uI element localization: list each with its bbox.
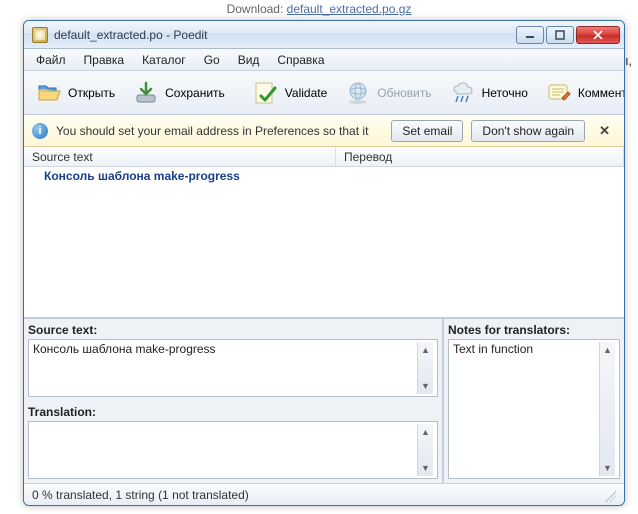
menubar: Файл Правка Каталог Go Вид Справка [24,49,624,71]
validate-label: Validate [285,86,327,100]
source-text-label: Source text: [24,319,442,339]
update-button[interactable]: Обновить [337,76,439,110]
info-icon: i [32,123,48,139]
open-button[interactable]: Открыть [28,76,123,110]
arrow-down-icon[interactable]: ▼ [418,378,433,394]
statusbar: 0 % translated, 1 string (1 not translat… [24,483,624,505]
scrollbar[interactable]: ▲▼ [417,424,433,476]
window-title: default_extracted.po - Poedit [54,28,516,42]
fuzzy-label: Неточно [482,86,528,100]
cell-source: Консоль шаблона make-progress [24,169,336,183]
bottom-panes: Source text: Консоль шаблона make-progre… [24,317,624,483]
source-text-value: Консоль шаблона make-progress [33,342,417,394]
folder-open-icon [36,80,62,106]
translation-label: Translation: [24,401,442,421]
toolbar: Открыть Сохранить Validate Обновить Нет [24,71,624,115]
notes-value: Text in function [453,342,599,476]
save-button[interactable]: Сохранить [125,76,233,110]
cloud-rain-icon [450,80,476,106]
close-button[interactable] [576,26,620,44]
comment-label: Коммент [578,86,625,100]
menu-file[interactable]: Файл [28,51,74,69]
translation-box[interactable]: ▲▼ [28,421,438,479]
menu-help[interactable]: Справка [269,51,332,69]
translation-grid[interactable]: Консоль шаблона make-progress [24,167,624,317]
save-label: Сохранить [165,86,225,100]
window-buttons [516,26,620,44]
app-icon [32,27,48,43]
fuzzy-button[interactable]: Неточно [442,76,536,110]
dont-show-again-button[interactable]: Don't show again [471,120,585,142]
background-download-line: Download: default_extracted.po.gz [0,2,638,16]
status-text: 0 % translated, 1 string (1 not translat… [32,488,249,502]
left-panes: Source text: Консоль шаблона make-progre… [24,319,444,483]
info-close-button[interactable]: ✕ [593,121,616,141]
minimize-icon [525,30,535,40]
set-email-button[interactable]: Set email [391,120,463,142]
arrow-down-icon[interactable]: ▼ [600,460,615,476]
menu-edit[interactable]: Правка [76,51,133,69]
arrow-down-icon[interactable]: ▼ [418,460,433,476]
scrollbar[interactable]: ▲▼ [599,342,615,476]
poedit-window: default_extracted.po - Poedit Файл Правк… [23,20,625,506]
download-link[interactable]: default_extracted.po.gz [287,2,412,16]
download-label: Download: [227,2,284,16]
arrow-up-icon[interactable]: ▲ [600,342,615,358]
column-headers: Source text Перевод [24,147,624,167]
info-bar: i You should set your email address in P… [24,115,624,147]
notepad-pencil-icon [546,80,572,106]
source-text-box: Консоль шаблона make-progress ▲▼ [28,339,438,397]
save-icon [133,80,159,106]
header-translation[interactable]: Перевод [336,147,624,166]
scrollbar[interactable]: ▲▼ [417,342,433,394]
maximize-icon [555,30,565,40]
header-source[interactable]: Source text [24,147,336,166]
notes-label: Notes for translators: [444,319,624,339]
table-row[interactable]: Консоль шаблона make-progress [24,167,624,185]
update-label: Обновить [377,86,431,100]
menu-go[interactable]: Go [196,51,228,69]
resize-grip-icon[interactable] [602,488,616,502]
comment-button[interactable]: Коммент [538,76,625,110]
titlebar[interactable]: default_extracted.po - Poedit [24,21,624,49]
open-label: Открыть [68,86,115,100]
minimize-button[interactable] [516,26,544,44]
menu-view[interactable]: Вид [230,51,268,69]
menu-catalog[interactable]: Каталог [134,51,194,69]
globe-sync-icon [345,80,371,106]
right-panes: Notes for translators: Text in function … [444,319,624,483]
validate-icon [253,80,279,106]
translation-value[interactable] [33,424,417,476]
arrow-up-icon[interactable]: ▲ [418,342,433,358]
maximize-button[interactable] [546,26,574,44]
arrow-up-icon[interactable]: ▲ [418,424,433,440]
close-icon [593,30,603,40]
info-message: You should set your email address in Pre… [56,124,368,138]
validate-button[interactable]: Validate [245,76,335,110]
notes-box: Text in function ▲▼ [448,339,620,479]
